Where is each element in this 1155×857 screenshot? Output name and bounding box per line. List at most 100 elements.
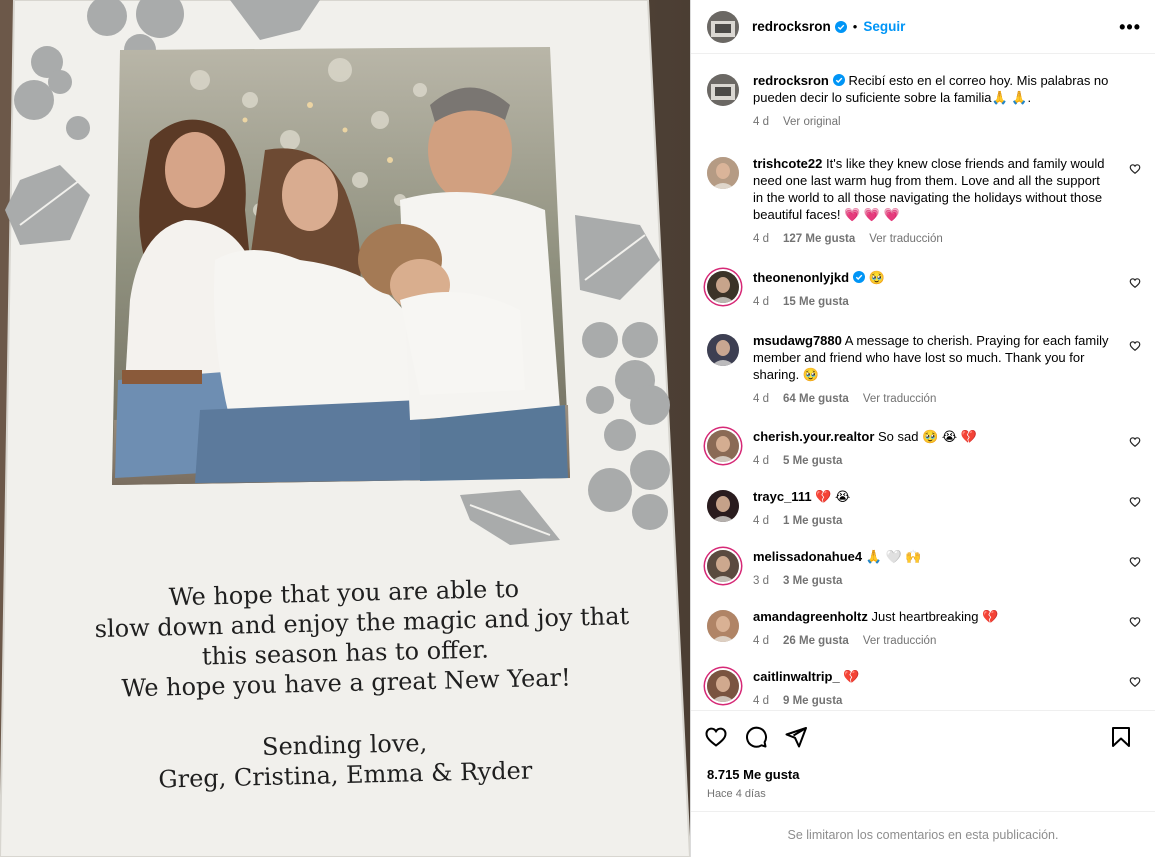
comment-row: trayc_111 💔 😭 4 d 1 Me gusta <box>707 488 1141 530</box>
action-bar: 8.715 Me gusta Hace 4 días <box>691 710 1155 810</box>
commenter-username[interactable]: melissadonahue4 <box>753 549 862 564</box>
comment-time: 4 d <box>753 296 769 308</box>
comment-text: 💔 😭 <box>815 489 851 504</box>
comment-text: So sad 🥹 😭 💔 <box>878 429 977 444</box>
avatar-image <box>707 271 739 303</box>
commenter-avatar[interactable] <box>707 430 739 462</box>
translate-link[interactable]: Ver traducción <box>863 391 937 408</box>
comment-row: cherish.your.realtor So sad 🥹 😭 💔 4 d 5 Me… <box>707 428 1141 470</box>
avatar-image <box>707 430 739 462</box>
comment-time: 4 d <box>753 455 769 467</box>
comment-icon <box>746 726 768 748</box>
share-button[interactable] <box>776 723 816 751</box>
separator-dot: • <box>852 19 858 34</box>
commenter-avatar[interactable] <box>707 610 739 642</box>
avatar-face <box>716 436 730 452</box>
comment-row: amandagreenholtz Just heartbreaking 💔 4 d… <box>707 608 1141 650</box>
follow-button[interactable]: Seguir <box>863 19 905 34</box>
card-message: We hope that you are able to slow down a… <box>94 572 629 704</box>
post-sidebar: redrocksron • Seguir ••• redrocksron Rec… <box>690 0 1155 857</box>
comment-likes[interactable]: 5 Me gusta <box>783 453 842 470</box>
avatar-image <box>707 334 739 366</box>
comment-row: theonenonlyjkd 🥹 4 d 15 Me gusta <box>707 269 1141 311</box>
commenter-avatar[interactable] <box>707 271 739 303</box>
comment-like-heart-icon[interactable] <box>1129 436 1141 448</box>
avatar-image <box>707 490 739 522</box>
commenter-avatar[interactable] <box>707 550 739 582</box>
comment-text: Just heartbreaking 💔 <box>871 609 999 624</box>
comment-time: 4 d <box>753 515 769 527</box>
commenter-username[interactable]: cherish.your.realtor <box>753 429 874 444</box>
caption-time: 4 d <box>753 116 769 128</box>
comments-limited-notice: Se limitaron los comentarios en esta pub… <box>691 811 1155 857</box>
more-icon[interactable]: ••• <box>1119 18 1141 36</box>
avatar-face <box>716 277 730 293</box>
author-username[interactable]: redrocksron <box>752 19 831 34</box>
heart-icon <box>705 727 727 747</box>
save-button[interactable] <box>1101 723 1141 751</box>
commenter-username[interactable]: trishcote22 <box>753 156 822 171</box>
commenter-username[interactable]: msudawg7880 <box>753 333 842 348</box>
comment-time: 3 d <box>753 575 769 587</box>
commenter-username[interactable]: caitlinwaltrip_ <box>753 669 840 684</box>
avatar-face <box>716 616 730 632</box>
comment-like-heart-icon[interactable] <box>1129 340 1141 352</box>
caption-username[interactable]: redrocksron <box>753 73 829 88</box>
avatar-face <box>716 556 730 572</box>
comment-text: 🥹 <box>868 270 885 285</box>
comment-time: 4 d <box>753 233 769 245</box>
comment-likes[interactable]: 3 Me gusta <box>783 573 842 590</box>
comment-row: msudawg7880 A message to cherish. Prayin… <box>707 332 1141 408</box>
avatar-face <box>716 676 730 692</box>
author-avatar[interactable] <box>707 74 739 106</box>
commenter-avatar[interactable] <box>707 334 739 366</box>
commenter-username[interactable]: theonenonlyjkd <box>753 270 849 285</box>
comment-time: 4 d <box>753 695 769 707</box>
comment-like-heart-icon[interactable] <box>1129 676 1141 688</box>
like-button[interactable] <box>696 723 736 751</box>
translate-link[interactable]: Ver traducción <box>869 231 943 248</box>
comments-list[interactable]: redrocksron Recibí esto en el correo hoy… <box>691 55 1155 710</box>
verified-icon <box>834 20 847 33</box>
avatar-image <box>707 670 739 702</box>
comment-likes[interactable]: 127 Me gusta <box>783 231 855 248</box>
comment-likes[interactable]: 15 Me gusta <box>783 294 849 311</box>
post-image[interactable]: We hope that you are able to slow down a… <box>0 0 690 857</box>
comment-text: 🙏 🤍 🙌 <box>865 549 922 564</box>
comment-like-heart-icon[interactable] <box>1129 556 1141 568</box>
comment-likes[interactable]: 9 Me gusta <box>783 693 842 710</box>
see-original-link[interactable]: Ver original <box>783 114 841 131</box>
commenter-avatar[interactable] <box>707 157 739 189</box>
comment-likes[interactable]: 1 Me gusta <box>783 513 842 530</box>
comment-like-heart-icon[interactable] <box>1129 496 1141 508</box>
commenter-username[interactable]: amandagreenholtz <box>753 609 868 624</box>
likes-count[interactable]: 8.715 Me gusta <box>707 767 1141 782</box>
commenter-avatar[interactable] <box>707 490 739 522</box>
comment-time: 4 d <box>753 393 769 405</box>
author-avatar[interactable] <box>707 10 739 43</box>
verified-icon <box>832 74 845 86</box>
share-icon <box>785 727 807 748</box>
comment-likes[interactable]: 64 Me gusta <box>783 391 849 408</box>
comment-row: caitlinwaltrip_ 💔 4 d 9 Me gusta <box>707 668 1141 710</box>
avatar-face <box>716 496 730 512</box>
avatar-face <box>716 163 730 179</box>
comment-like-heart-icon[interactable] <box>1129 277 1141 289</box>
bookmark-icon <box>1112 727 1130 747</box>
avatar-image <box>707 550 739 582</box>
comment-like-heart-icon[interactable] <box>1129 163 1141 175</box>
comment-button[interactable] <box>736 723 776 751</box>
avatar-image <box>707 157 739 189</box>
comment-like-heart-icon[interactable] <box>1129 616 1141 628</box>
commenter-username[interactable]: trayc_111 <box>753 489 812 504</box>
avatar-image <box>707 10 739 43</box>
avatar-image <box>707 74 739 106</box>
comment-likes[interactable]: 26 Me gusta <box>783 633 849 650</box>
comment-row: melissadonahue4 🙏 🤍 🙌 3 d 3 Me gusta <box>707 548 1141 590</box>
comment-time: 4 d <box>753 635 769 647</box>
post-time[interactable]: Hace 4 días <box>707 788 1141 800</box>
avatar-image <box>707 610 739 642</box>
translate-link[interactable]: Ver traducción <box>863 633 937 650</box>
commenter-avatar[interactable] <box>707 670 739 702</box>
card-signature: Sending love, Greg, Cristina, Emma & Ryd… <box>149 725 540 795</box>
